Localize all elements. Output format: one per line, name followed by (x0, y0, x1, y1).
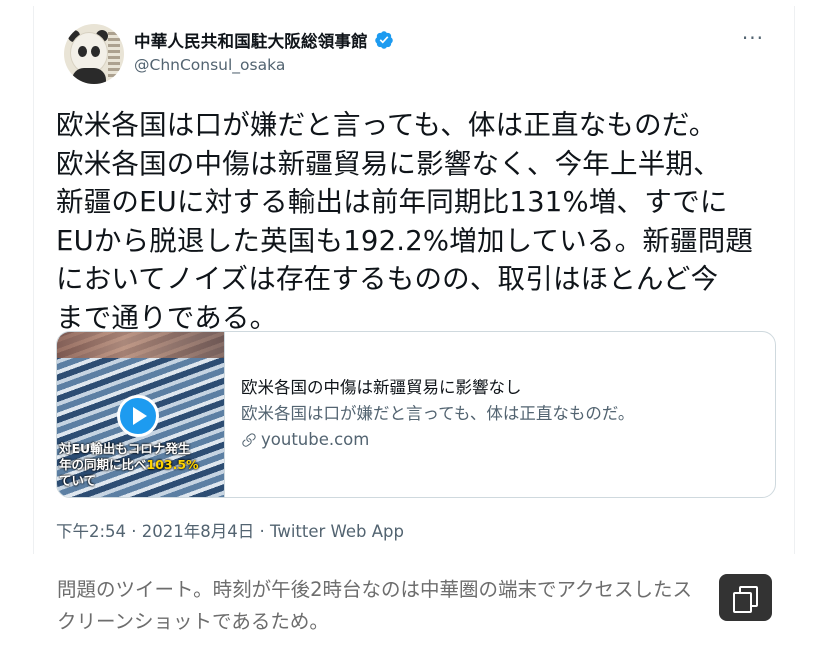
link-thumbnail[interactable]: 対EU輸出もコロナ発生 年の同期に比べ103.5% ていて (57, 332, 225, 497)
avatar[interactable] (64, 24, 124, 84)
link-domain-row: youtube.com (241, 428, 634, 451)
link-chain-icon (242, 432, 256, 447)
thumbnail-background (57, 332, 224, 358)
avatar-calligraphy (108, 32, 120, 78)
avatar-eye-left (78, 46, 87, 57)
link-domain[interactable]: youtube.com (261, 428, 369, 451)
thumbnail-caption-highlight: 103.5% (146, 457, 199, 472)
avatar-eye-right (91, 46, 100, 57)
tweet-text: 欧米各国は口が嫌だと言っても、体は正直なものだ。 欧米各国の中傷は新疆貿易に影響… (56, 109, 754, 334)
more-options-icon[interactable]: ··· (742, 26, 764, 50)
tweet-timestamp[interactable]: 下午2:54 · 2021年8月4日 · Twitter Web App (56, 518, 404, 542)
author-handle[interactable]: @ChnConsul_osaka (134, 56, 285, 74)
link-description: 欧米各国は口が嫌だと言っても、体は正直なものだ。 (241, 404, 635, 423)
link-preview-card[interactable]: 対EU輸出もコロナ発生 年の同期に比べ103.5% ていて 欧米各国の中傷は新疆… (56, 331, 776, 498)
image-caption: 問題のツイート。時刻が午後2時台なのは中華圏の端末でアクセスしたスクリーンショッ… (57, 578, 693, 633)
display-name[interactable]: 中華人民共和国駐大阪総領事館 (134, 28, 368, 52)
link-meta: 欧米各国の中傷は新疆貿易に影響なし 欧米各国は口が嫌だと言っても、体は正直なもの… (225, 332, 634, 497)
thumbnail-caption-line3: ていて (59, 473, 97, 488)
copy-icon-front-square (733, 592, 752, 613)
verified-badge-icon (375, 31, 393, 49)
avatar-body (72, 68, 106, 84)
copy-icon[interactable] (719, 574, 772, 621)
play-icon[interactable] (117, 395, 159, 437)
link-title[interactable]: 欧米各国の中傷は新疆貿易に影響なし (241, 376, 634, 399)
author-name-row[interactable]: 中華人民共和国駐大阪総領事館 (134, 28, 394, 52)
tweet-card: 中華人民共和国駐大阪総領事館 @ChnConsul_osaka ··· 欧米各国… (33, 6, 795, 554)
